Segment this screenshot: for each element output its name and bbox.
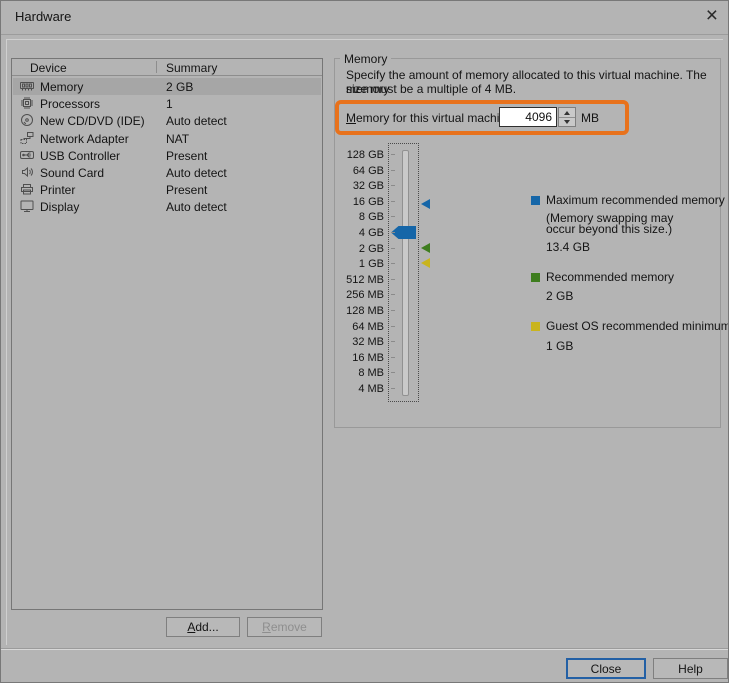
legend-max-value: 13.4 GB [546, 240, 590, 254]
device-list-header: Device Summary [12, 59, 322, 76]
device-summary: Auto detect [166, 166, 227, 180]
legend-recommended-label: Recommended memory [546, 270, 674, 284]
device-label: USB Controller [40, 149, 120, 163]
table-row-sound-card[interactable]: Sound Card Auto detect [13, 164, 321, 181]
memory-input-label-mnemonic: M [346, 111, 356, 125]
device-label: New CD/DVD (IDE) [40, 114, 145, 128]
memory-unit-label: MB [581, 111, 599, 125]
device-label: Memory [40, 80, 83, 94]
tick-16mb: 16 MB [341, 352, 384, 364]
table-row-cd-dvd[interactable]: New CD/DVD (IDE) Auto detect [13, 112, 321, 129]
legend-minimum-square-icon [531, 322, 540, 331]
device-summary: 1 [166, 97, 173, 111]
recommended-memory-marker-icon [421, 243, 430, 253]
memory-input-label: Memory for this virtual machine: [346, 111, 516, 125]
tick-4mb: 4 MB [341, 383, 384, 395]
device-summary: Present [166, 149, 207, 163]
dialog-title: Hardware [15, 9, 71, 24]
device-label: Display [40, 200, 79, 214]
network-icon [19, 130, 35, 146]
memory-input-label-rest: emory for this virtual machine: [356, 111, 516, 125]
memory-group-title: Memory [340, 52, 391, 66]
tick-2gb: 2 GB [341, 243, 384, 255]
spinner-down-button[interactable] [559, 117, 575, 126]
usb-icon [19, 147, 35, 163]
add-button-label: dd... [195, 620, 218, 634]
legend-recommended-value: 2 GB [546, 289, 573, 303]
remove-button-label: emove [271, 620, 307, 634]
table-row-printer[interactable]: Printer Present [13, 181, 321, 198]
legend-max-label: Maximum recommended memory [546, 193, 725, 207]
minimum-memory-marker-icon [421, 258, 430, 268]
table-row-usb-controller[interactable]: USB Controller Present [13, 147, 321, 164]
hardware-dialog: Hardware × Device Summary Memory 2 GB Pr… [0, 0, 729, 683]
tick-128gb: 128 GB [341, 149, 384, 161]
memory-input[interactable] [499, 107, 557, 127]
column-divider [156, 61, 157, 73]
device-summary: NAT [166, 132, 189, 146]
close-button[interactable]: Close [566, 658, 646, 679]
memory-slider-track[interactable] [402, 150, 409, 396]
tick-4gb: 4 GB [341, 227, 384, 239]
processor-icon [19, 95, 35, 111]
legend-max-square-icon [531, 196, 540, 205]
spinner-up-icon [564, 111, 570, 115]
help-button[interactable]: Help [653, 658, 728, 679]
close-icon[interactable]: × [706, 4, 718, 28]
device-label: Sound Card [40, 166, 104, 180]
device-summary: Present [166, 183, 207, 197]
tick-8mb: 8 MB [341, 367, 384, 379]
legend-minimum-value: 1 GB [546, 339, 573, 353]
legend-minimum-label: Guest OS recommended minimum [546, 319, 729, 333]
table-row-network-adapter[interactable]: Network Adapter NAT [13, 130, 321, 147]
column-header-summary: Summary [166, 61, 217, 75]
table-row-processors[interactable]: Processors 1 [13, 95, 321, 112]
device-list: Device Summary Memory 2 GB Processors 1 … [11, 58, 323, 610]
table-row-display[interactable]: Display Auto detect [13, 198, 321, 215]
memory-icon [19, 78, 35, 94]
sound-icon [19, 164, 35, 180]
tick-32mb: 32 MB [341, 336, 384, 348]
memory-spinner [558, 107, 576, 127]
device-summary: 2 GB [166, 80, 193, 94]
device-summary: Auto detect [166, 200, 227, 214]
legend-max-note-line2: occur beyond this size.) [546, 222, 672, 236]
device-label: Network Adapter [40, 132, 129, 146]
spinner-down-icon [564, 120, 570, 124]
max-memory-marker-icon [421, 199, 430, 209]
footer-divider [1, 648, 728, 650]
tick-64mb: 64 MB [341, 321, 384, 333]
table-row-memory[interactable]: Memory 2 GB [13, 78, 321, 95]
device-label: Printer [40, 183, 75, 197]
add-button[interactable]: Add... [166, 617, 240, 637]
title-bar[interactable]: Hardware × [1, 1, 728, 35]
remove-button-mnemonic: R [262, 620, 271, 634]
tick-512mb: 512 MB [341, 274, 384, 286]
tick-1gb: 1 GB [341, 258, 384, 270]
legend-recommended-square-icon [531, 273, 540, 282]
tick-32gb: 32 GB [341, 180, 384, 192]
tick-128mb: 128 MB [341, 305, 384, 317]
tick-8gb: 8 GB [341, 211, 384, 223]
memory-description-line2: size must be a multiple of 4 MB. [346, 82, 516, 96]
remove-button[interactable]: Remove [247, 617, 322, 637]
cd-icon [19, 112, 35, 128]
tick-256mb: 256 MB [341, 289, 384, 301]
column-header-device: Device [30, 61, 67, 75]
tick-64gb: 64 GB [341, 165, 384, 177]
device-summary: Auto detect [166, 114, 227, 128]
printer-icon [19, 181, 35, 197]
device-label: Processors [40, 97, 100, 111]
tick-16gb: 16 GB [341, 196, 384, 208]
display-icon [19, 198, 35, 214]
